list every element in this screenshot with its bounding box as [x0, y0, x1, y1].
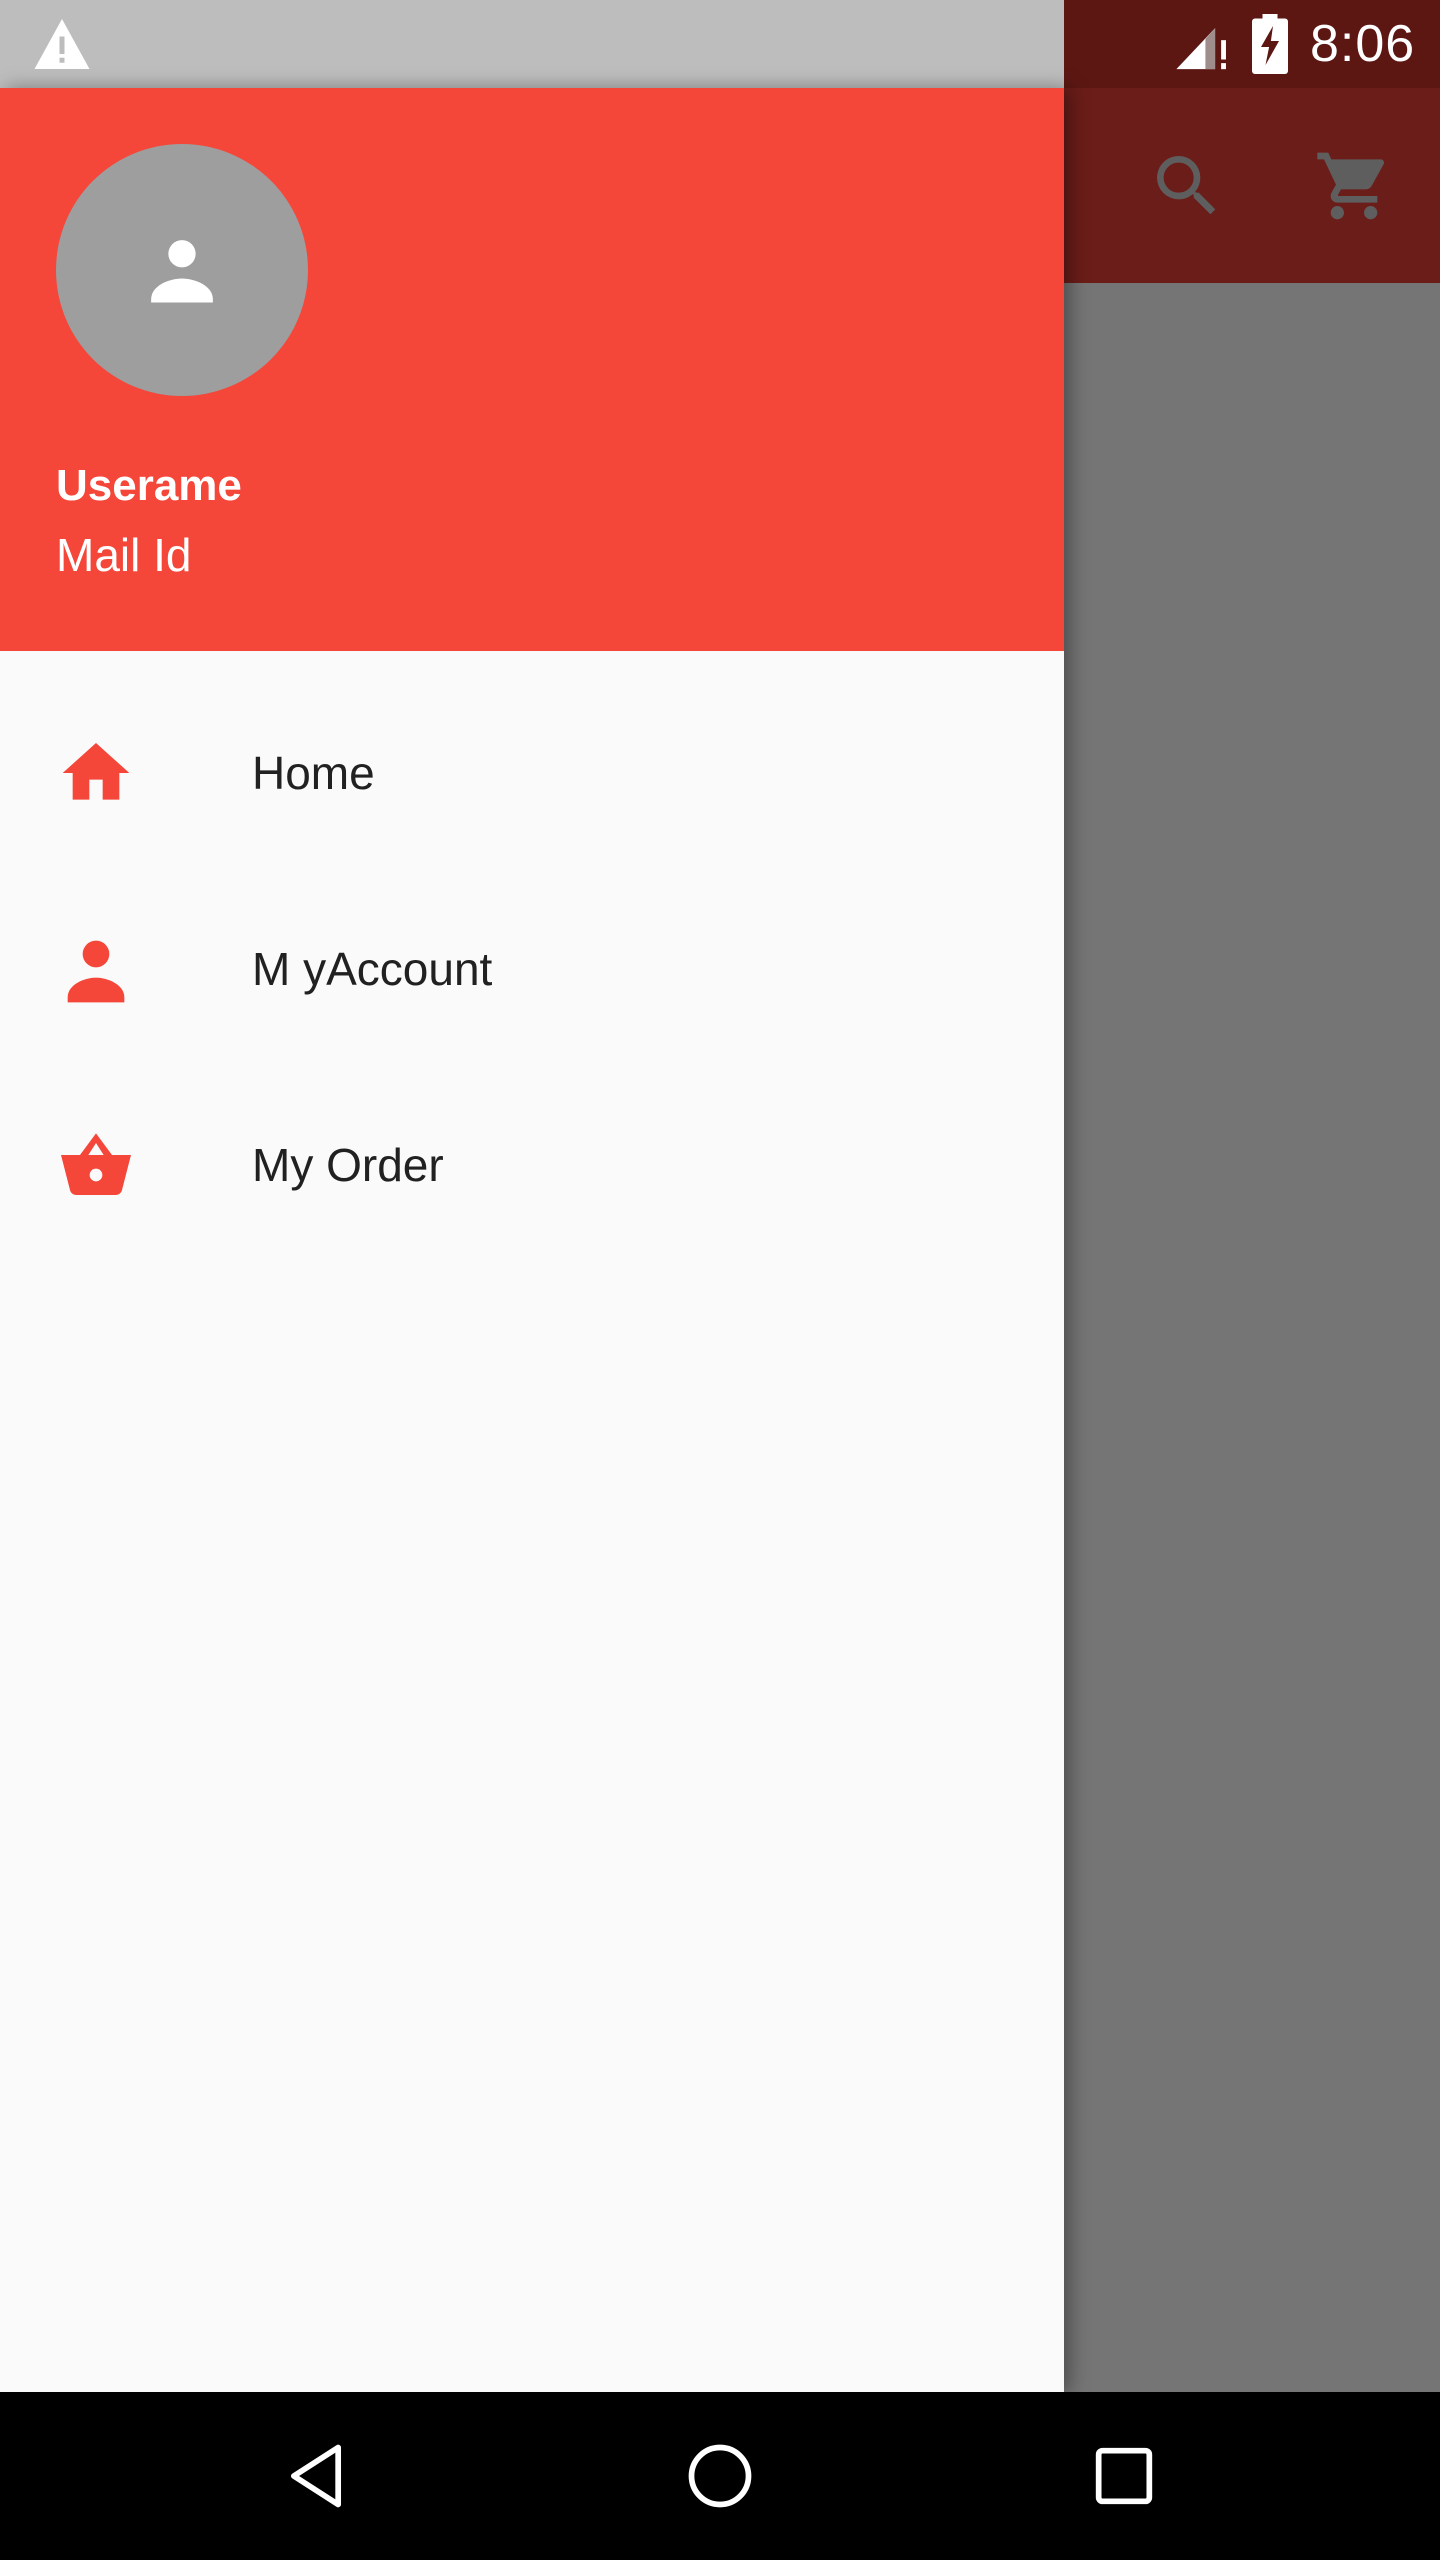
basket-icon	[61, 1133, 131, 1195]
status-bar-left	[0, 0, 1064, 88]
cart-icon	[1317, 152, 1385, 220]
drawer-item-label: M yAccount	[252, 943, 493, 995]
username: Userame	[56, 461, 242, 510]
drawer-item-my-order[interactable]: My Order	[0, 1067, 1064, 1263]
home-icon	[62, 743, 130, 800]
nav-home-button[interactable]	[670, 2426, 770, 2526]
system-nav-bar	[0, 2392, 1440, 2560]
drawer-item-label: Home	[252, 747, 375, 799]
signal-icon	[1176, 28, 1226, 70]
battery-charging-icon	[1252, 14, 1288, 74]
back-icon	[290, 2444, 342, 2508]
search-button[interactable]	[1143, 142, 1231, 230]
avatar[interactable]	[56, 144, 308, 396]
nav-recents-button[interactable]	[1074, 2426, 1174, 2526]
drawer-menu: Home M yAccount My Order	[0, 675, 1064, 1263]
drawer-item-label: My Order	[252, 1139, 444, 1191]
cart-button[interactable]	[1310, 142, 1398, 230]
drawer-header: Userame Mail Id	[0, 88, 1064, 651]
user-mail: Mail Id	[56, 529, 192, 581]
search-icon	[1157, 156, 1216, 215]
recents-icon	[1095, 2447, 1153, 2505]
screen: 8:06 Userame Mail Id Home M yAccount My …	[0, 0, 1440, 2560]
nav-back-button[interactable]	[266, 2426, 366, 2526]
basket-icon-wrap	[52, 1125, 140, 1205]
home-circle-icon	[688, 2444, 752, 2508]
person-icon	[67, 940, 125, 1003]
person-icon	[151, 240, 213, 303]
home-icon-wrap	[52, 733, 140, 813]
person-icon-wrap	[52, 929, 140, 1009]
drawer-item-home[interactable]: Home	[0, 675, 1064, 871]
status-bar: 8:06	[0, 0, 1440, 88]
status-time: 8:06	[1310, 15, 1416, 73]
warning-icon	[34, 19, 90, 69]
drawer-item-my-account[interactable]: M yAccount	[0, 871, 1064, 1067]
navigation-drawer: Userame Mail Id Home M yAccount My Order	[0, 88, 1064, 2392]
